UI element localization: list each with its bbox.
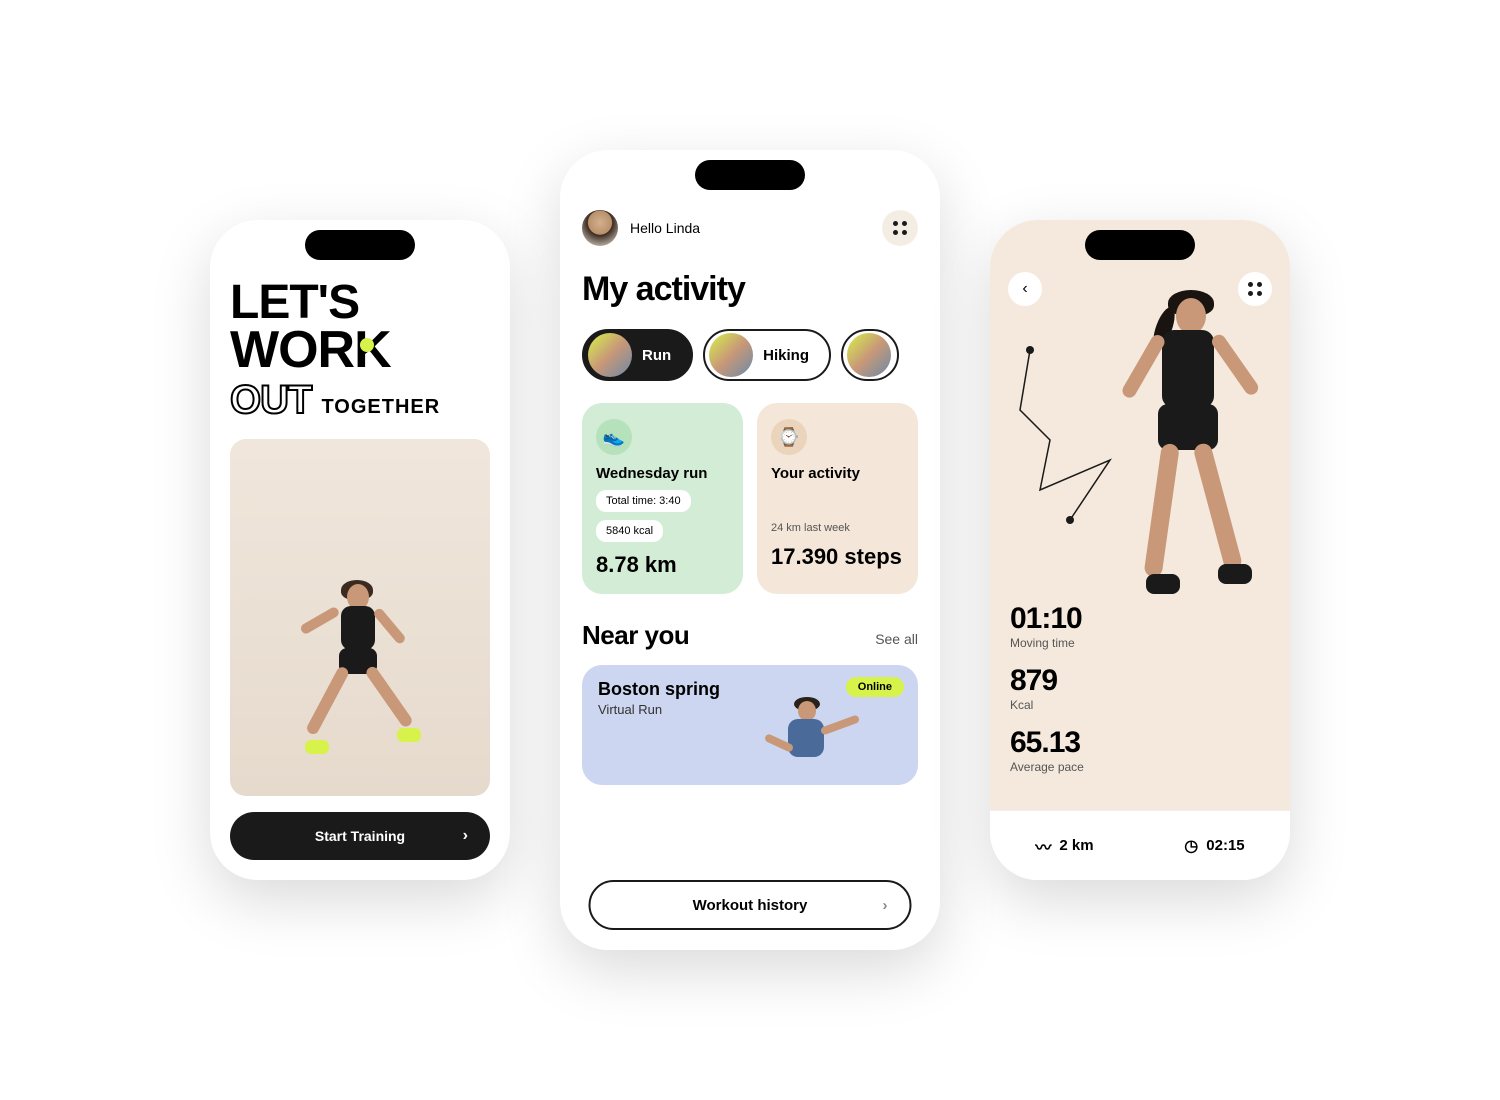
hero-headline: LET'S WORK OUT TOGETHER xyxy=(230,280,490,419)
onboarding-screen: LET'S WORK OUT TOGETHER Start Training › xyxy=(210,220,510,880)
workout-hero: ‹ 01:10 Moving time 879 Kcal xyxy=(990,220,1290,810)
chip-label: Hiking xyxy=(763,347,809,364)
runner-illustration xyxy=(285,576,435,796)
distance-value: 8.78 km xyxy=(596,552,729,578)
status-badge: Online xyxy=(846,677,904,697)
hero-image xyxy=(230,439,490,796)
device-notch xyxy=(305,230,415,260)
footer-distance: 〰 2 km xyxy=(1035,834,1093,858)
chevron-right-icon: › xyxy=(883,897,888,914)
card-title: Your activity xyxy=(771,465,904,482)
moving-time-label: Moving time xyxy=(1010,636,1084,650)
activity-subtitle: 24 km last week xyxy=(771,522,904,534)
near-you-title: Near you xyxy=(582,620,689,651)
card-your-activity[interactable]: ⌚ Your activity 24 km last week 17.390 s… xyxy=(757,403,918,594)
pace-value: 65.13 xyxy=(1010,726,1084,760)
kcal-label: Kcal xyxy=(1010,698,1084,712)
page-title: My activity xyxy=(582,270,918,309)
chevron-left-icon: ‹ xyxy=(1022,280,1027,298)
avatar[interactable] xyxy=(582,210,618,246)
menu-button[interactable] xyxy=(882,210,918,246)
event-card[interactable]: Boston spring Virtual Run Online xyxy=(582,665,918,785)
shoe-icon: 👟 xyxy=(596,419,632,455)
kcal-pill: 5840 kcal xyxy=(596,520,663,542)
device-notch xyxy=(695,160,805,190)
chip-more[interactable] xyxy=(841,329,899,381)
chip-thumb-icon xyxy=(588,333,632,377)
pace-label: Average pace xyxy=(1010,760,1084,774)
workout-footer: 〰 2 km ◷ 02:15 xyxy=(990,810,1290,880)
back-button[interactable]: ‹ xyxy=(1008,272,1042,306)
workout-stats: 01:10 Moving time 879 Kcal 65.13 Average… xyxy=(1010,602,1084,788)
watch-icon: ⌚ xyxy=(771,419,807,455)
chip-hiking[interactable]: Hiking xyxy=(703,329,831,381)
chip-run[interactable]: Run xyxy=(582,329,693,381)
workout-detail-screen: ‹ 01:10 Moving time 879 Kcal xyxy=(990,220,1290,880)
hero-line-2: WORK xyxy=(230,326,490,375)
footer-time-value: 02:15 xyxy=(1206,837,1244,854)
footer-distance-value: 2 km xyxy=(1059,837,1093,854)
steps-value: 17.390 steps xyxy=(771,544,904,570)
start-training-label: Start Training xyxy=(315,828,405,844)
activity-screen: Hello Linda My activity Run Hiking 👟 Wed… xyxy=(560,150,940,950)
activity-chips: Run Hiking xyxy=(582,329,918,381)
chip-thumb-icon xyxy=(709,333,753,377)
moving-time-value: 01:10 xyxy=(1010,602,1084,636)
clock-icon: ◷ xyxy=(1184,836,1198,856)
event-runner-illustration xyxy=(748,695,858,785)
kcal-value: 879 xyxy=(1010,664,1084,698)
card-title: Wednesday run xyxy=(596,465,729,482)
workout-history-label: Workout history xyxy=(693,897,808,914)
hero-line-1: LET'S xyxy=(230,280,490,326)
workout-history-button[interactable]: Workout history › xyxy=(589,880,912,930)
greeting-text: Hello Linda xyxy=(630,220,700,236)
start-training-button[interactable]: Start Training › xyxy=(230,812,490,860)
total-time-pill: Total time: 3:40 xyxy=(596,490,691,512)
see-all-link[interactable]: See all xyxy=(875,631,918,647)
runner-illustration xyxy=(1090,280,1290,720)
chevron-right-icon: › xyxy=(463,827,468,845)
accent-dot-icon xyxy=(360,338,374,352)
chip-thumb-icon xyxy=(847,333,891,377)
header-bar: Hello Linda xyxy=(582,210,918,246)
distance-icon: 〰 xyxy=(1035,834,1051,858)
card-wednesday-run[interactable]: 👟 Wednesday run Total time: 3:40 5840 kc… xyxy=(582,403,743,594)
hero-line-3b: TOGETHER xyxy=(321,398,440,417)
device-notch xyxy=(1085,230,1195,260)
four-dots-icon xyxy=(893,221,907,235)
hero-line-3a: OUT xyxy=(230,381,311,419)
footer-time: ◷ 02:15 xyxy=(1184,836,1244,856)
chip-label: Run xyxy=(642,347,671,364)
